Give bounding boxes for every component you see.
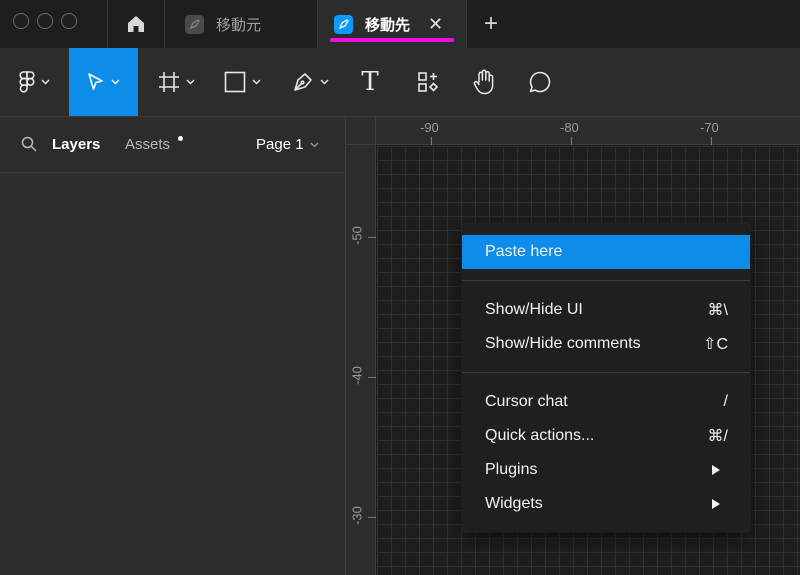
home-button[interactable] xyxy=(108,0,164,48)
menu-item-shortcut: / xyxy=(723,393,728,410)
comment-tool-button[interactable] xyxy=(518,48,562,116)
menu-item-shortcut: ⇧C xyxy=(703,336,728,353)
pen-tool-button[interactable] xyxy=(284,48,336,116)
menu-item-label: Cursor chat xyxy=(485,393,568,410)
menu-item-widgets[interactable]: Widgets xyxy=(462,487,750,521)
menu-item-shortcut: ⌘/ xyxy=(707,428,728,445)
rectangle-icon xyxy=(224,71,245,93)
chevron-down-icon xyxy=(252,79,260,85)
menu-item-label: Show/Hide UI xyxy=(485,301,583,318)
text-icon: T xyxy=(361,67,379,97)
menu-item-paste-here[interactable]: Paste here xyxy=(462,235,750,269)
shape-tool-button[interactable] xyxy=(216,48,268,116)
ruler-corner xyxy=(346,117,376,145)
chevron-down-icon xyxy=(186,79,194,85)
canvas-context-menu: Paste here Show/Hide UI ⌘\ Show/Hide com… xyxy=(462,224,750,532)
layers-panel: Layers Assets Page 1 xyxy=(0,117,346,575)
ruler-tick xyxy=(368,237,376,238)
ruler-tick xyxy=(711,137,712,145)
tab-label: 移動先 xyxy=(365,16,411,34)
menu-item-label: Paste here xyxy=(485,243,563,260)
chevron-down-icon xyxy=(320,79,328,85)
ruler-y-label: -40 xyxy=(349,366,365,385)
submenu-arrow-icon xyxy=(712,499,720,509)
window-controls xyxy=(13,13,77,29)
figma-logo-icon xyxy=(18,71,35,93)
tab-bar: 移動元 移動先 ✕ + xyxy=(0,0,800,48)
horizontal-ruler[interactable]: -90 -80 -70 xyxy=(376,117,800,145)
ruler-y-label: -30 xyxy=(349,506,365,525)
search-icon[interactable] xyxy=(21,136,37,152)
maximize-window-button[interactable] xyxy=(61,13,77,29)
main-menu-button[interactable] xyxy=(8,48,60,116)
speech-bubble-icon xyxy=(529,71,551,93)
home-icon xyxy=(128,16,144,32)
menu-item-show-hide-comments[interactable]: Show/Hide comments ⇧C xyxy=(462,327,750,361)
menu-item-label: Widgets xyxy=(485,495,543,512)
submenu-arrow-icon xyxy=(712,465,720,475)
frame-icon xyxy=(158,72,179,92)
cursor-arrow-icon xyxy=(88,73,103,90)
menu-separator xyxy=(462,372,750,373)
page-selector[interactable]: Page 1 xyxy=(256,136,319,153)
tab-label: 移動元 xyxy=(216,16,262,34)
minimize-window-button[interactable] xyxy=(37,13,53,29)
menu-separator xyxy=(462,280,750,281)
ruler-tick xyxy=(368,377,376,378)
vertical-ruler[interactable]: -50 -40 -30 xyxy=(346,145,376,575)
ruler-x-label: -80 xyxy=(560,120,579,135)
tab-source-file[interactable]: 移動元 xyxy=(165,0,317,48)
active-tab-indicator xyxy=(330,38,454,42)
resources-icon xyxy=(418,72,439,92)
tab-divider xyxy=(466,0,467,48)
figma-file-icon xyxy=(185,14,204,34)
menu-item-label: Plugins xyxy=(485,461,538,478)
ruler-tick xyxy=(431,137,432,145)
menu-item-shortcut: ⌘\ xyxy=(707,302,728,319)
figma-file-icon xyxy=(334,14,353,34)
menu-item-cursor-chat[interactable]: Cursor chat / xyxy=(462,385,750,419)
chevron-down-icon xyxy=(111,79,120,85)
menu-item-plugins[interactable]: Plugins xyxy=(462,453,750,487)
ruler-tick xyxy=(368,517,376,518)
ruler-x-label: -70 xyxy=(700,120,719,135)
text-tool-button[interactable]: T xyxy=(350,48,390,116)
panel-header: Layers Assets Page 1 xyxy=(0,117,345,173)
chevron-down-icon xyxy=(41,79,49,85)
toolbar: T xyxy=(0,48,800,116)
ruler-tick xyxy=(571,137,572,145)
ruler-y-label: -50 xyxy=(349,226,365,245)
move-tool-button[interactable] xyxy=(69,48,138,116)
page-selector-label: Page 1 xyxy=(256,136,304,153)
tab-assets[interactable]: Assets xyxy=(125,136,170,153)
tab-layers[interactable]: Layers xyxy=(52,136,100,153)
pen-nib-icon xyxy=(293,73,312,91)
close-tab-icon[interactable]: ✕ xyxy=(428,14,443,35)
resources-button[interactable] xyxy=(408,48,448,116)
close-window-button[interactable] xyxy=(13,13,29,29)
hand-icon xyxy=(473,69,494,95)
chevron-down-icon xyxy=(310,142,319,147)
hand-tool-button[interactable] xyxy=(462,48,506,116)
assets-notification-dot xyxy=(178,136,183,141)
new-tab-button[interactable]: + xyxy=(478,0,504,48)
ruler-x-label: -90 xyxy=(420,120,439,135)
menu-item-label: Show/Hide comments xyxy=(485,335,641,352)
menu-item-quick-actions[interactable]: Quick actions... ⌘/ xyxy=(462,419,750,453)
frame-tool-button[interactable] xyxy=(150,48,202,116)
menu-item-show-hide-ui[interactable]: Show/Hide UI ⌘\ xyxy=(462,293,750,327)
menu-item-label: Quick actions... xyxy=(485,427,595,444)
